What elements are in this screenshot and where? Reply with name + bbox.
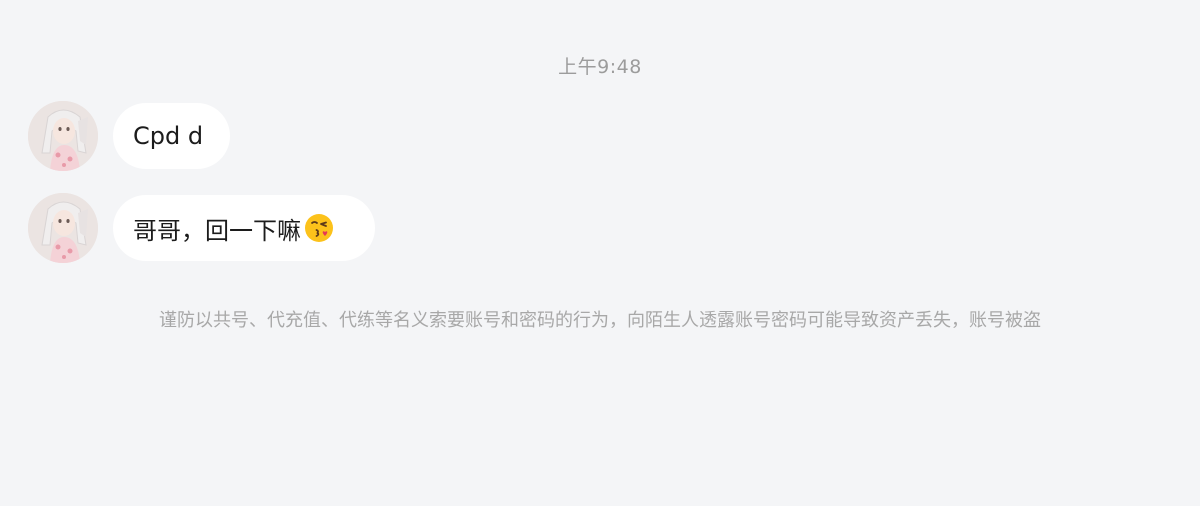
- avatar-image: [28, 193, 98, 263]
- avatar[interactable]: [28, 193, 98, 263]
- avatar-image: [28, 101, 98, 171]
- message-text: Cpd d: [133, 122, 204, 150]
- face-blowing-kiss-icon: [304, 213, 334, 243]
- message-row: 哥哥，回一下嘛: [28, 193, 375, 263]
- message-bubble[interactable]: Cpd d: [113, 103, 230, 169]
- message-row: Cpd d: [28, 101, 230, 171]
- message-bubble[interactable]: 哥哥，回一下嘛: [113, 195, 375, 261]
- avatar[interactable]: [28, 101, 98, 171]
- message-timestamp: 上午9:48: [558, 56, 642, 78]
- message-text: 哥哥，回一下嘛: [133, 216, 301, 245]
- security-notice: 谨防以共号、代充值、代练等名义索要账号和密码的行为，向陌生人透露账号密码可能导致…: [159, 310, 1041, 331]
- chat-message-area[interactable]: 上午9:48 Cpd d 哥哥，回一下嘛 谨防以共号、代充值、代练等名义索要账号…: [0, 0, 1200, 506]
